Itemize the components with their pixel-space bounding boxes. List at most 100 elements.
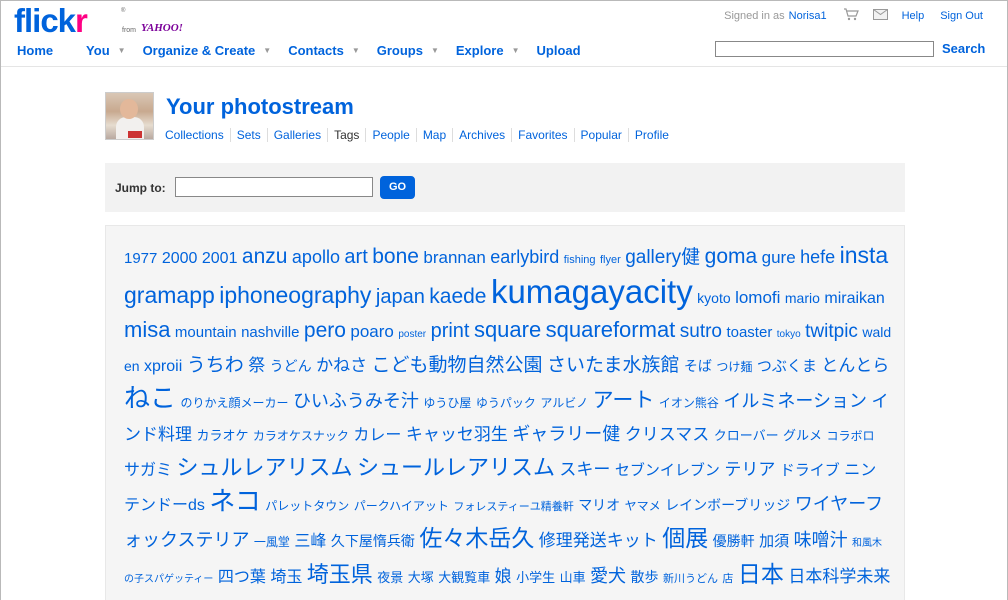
nav-organize-dropdown-icon[interactable]: ▼ bbox=[263, 46, 271, 55]
tag-link[interactable]: 1977 bbox=[124, 250, 157, 267]
nav-contacts[interactable]: Contacts bbox=[288, 43, 344, 58]
tag-link[interactable]: クローバー bbox=[714, 428, 779, 443]
tag-link[interactable]: コラボロ bbox=[827, 429, 875, 443]
tag-link[interactable]: ネコ bbox=[209, 486, 260, 516]
help-link[interactable]: Help bbox=[902, 10, 925, 22]
tag-link[interactable]: 埼玉 bbox=[270, 569, 302, 586]
tag-link[interactable]: print bbox=[431, 320, 470, 342]
tag-link[interactable]: クリスマス bbox=[625, 425, 710, 444]
tag-link[interactable]: miraikan bbox=[824, 290, 884, 307]
tag-link[interactable]: bone bbox=[372, 245, 419, 268]
tag-link[interactable]: 久下屋惰兵衛 bbox=[331, 533, 415, 549]
search-button[interactable]: Search bbox=[942, 41, 985, 56]
nav-organize-create[interactable]: Organize & Create bbox=[143, 43, 256, 58]
username-link[interactable]: Norisa1 bbox=[789, 10, 827, 22]
tag-link[interactable]: 新川うどん bbox=[663, 573, 718, 585]
tag-link[interactable]: 味噌汁 bbox=[794, 530, 848, 550]
tag-link[interactable]: とんとら bbox=[821, 356, 889, 375]
tag-link[interactable]: つぶくま bbox=[757, 358, 817, 375]
tag-link[interactable]: gallery健 bbox=[625, 247, 700, 268]
tag-link[interactable]: ひいふうみそ汁 bbox=[293, 391, 419, 411]
tag-link[interactable]: anzu bbox=[242, 245, 288, 268]
tag-link[interactable]: さいたま水族館 bbox=[547, 355, 679, 376]
subnav-sets[interactable]: Sets bbox=[229, 128, 267, 142]
tag-link[interactable]: カラオケスナック bbox=[253, 429, 349, 443]
subnav-collections[interactable]: Collections bbox=[165, 128, 230, 142]
tag-link[interactable]: goma bbox=[705, 245, 758, 268]
tag-link[interactable]: 加須 bbox=[759, 533, 789, 550]
tag-link[interactable]: japan bbox=[376, 286, 425, 308]
tag-link[interactable]: kyoto bbox=[697, 290, 730, 306]
nav-you-dropdown-icon[interactable]: ▼ bbox=[118, 46, 126, 55]
cart-icon[interactable] bbox=[843, 8, 859, 24]
tag-link[interactable]: ドライブ bbox=[780, 462, 840, 479]
subnav-popular[interactable]: Popular bbox=[573, 128, 628, 142]
tag-link[interactable]: うどん bbox=[270, 358, 312, 374]
jump-to-input[interactable] bbox=[175, 177, 373, 197]
tag-link[interactable]: 2000 bbox=[162, 250, 198, 267]
tag-link[interactable]: toaster bbox=[726, 324, 772, 341]
tag-link[interactable]: セブンイレブン bbox=[615, 462, 720, 479]
nav-explore[interactable]: Explore bbox=[456, 43, 504, 58]
subnav-map[interactable]: Map bbox=[415, 128, 452, 142]
tag-link[interactable]: poster bbox=[398, 329, 426, 340]
tag-link[interactable]: 一風堂 bbox=[254, 535, 290, 549]
tag-link[interactable]: poaro bbox=[350, 322, 393, 341]
tag-link[interactable]: 小学生 bbox=[516, 570, 555, 585]
tag-link[interactable]: つけ麺 bbox=[716, 360, 752, 374]
nav-contacts-dropdown-icon[interactable]: ▼ bbox=[352, 46, 360, 55]
tag-link[interactable]: art bbox=[344, 246, 367, 268]
tag-link[interactable]: のりかえ顔メーカー bbox=[180, 396, 288, 410]
tag-link[interactable]: iphoneography bbox=[219, 282, 371, 308]
tag-link[interactable]: 修理発送キット bbox=[539, 531, 658, 550]
tag-link[interactable]: シュールレアリスム bbox=[357, 455, 555, 480]
search-input[interactable] bbox=[715, 41, 934, 57]
nav-home[interactable]: Home bbox=[17, 43, 53, 58]
tag-link[interactable]: サガミ bbox=[124, 462, 172, 479]
tag-link[interactable]: カレー bbox=[353, 427, 401, 444]
tag-link[interactable]: hefe bbox=[800, 247, 835, 267]
tag-link[interactable]: イルミネーション bbox=[723, 391, 867, 411]
tag-link[interactable]: 娘 bbox=[495, 567, 512, 586]
tag-link[interactable]: マリオ bbox=[578, 497, 620, 513]
tag-link[interactable]: pero bbox=[304, 319, 346, 342]
tag-link[interactable]: スキー bbox=[559, 460, 610, 479]
nav-you[interactable]: You bbox=[86, 43, 110, 58]
tag-link[interactable]: squareformat bbox=[546, 317, 676, 342]
tag-link[interactable]: ねこ bbox=[124, 383, 176, 413]
tag-link[interactable]: sutro bbox=[680, 321, 722, 342]
nav-groups-dropdown-icon[interactable]: ▼ bbox=[431, 46, 439, 55]
tag-link[interactable]: gure bbox=[762, 248, 796, 267]
tag-link[interactable]: earlybird bbox=[490, 247, 559, 267]
tag-link[interactable]: イオン熊谷 bbox=[659, 396, 719, 410]
tag-link[interactable]: アート bbox=[593, 389, 655, 412]
tag-link[interactable]: 祭 bbox=[248, 356, 265, 375]
tag-link[interactable]: flyer bbox=[600, 254, 621, 266]
user-buddy-icon[interactable] bbox=[105, 92, 154, 140]
tag-link[interactable]: 夜景 bbox=[377, 570, 403, 585]
tag-link[interactable]: アルビノ bbox=[540, 396, 588, 410]
tag-link[interactable]: nashville bbox=[241, 324, 299, 341]
tag-link[interactable]: キャッセ羽生 bbox=[406, 425, 508, 444]
tag-link[interactable]: 大観覧車 bbox=[438, 570, 490, 585]
go-button[interactable]: GO bbox=[380, 176, 415, 199]
subnav-tags[interactable]: Tags bbox=[327, 128, 365, 142]
tag-link[interactable]: kaede bbox=[429, 285, 486, 308]
tag-link[interactable]: パレットタウン bbox=[265, 499, 349, 513]
tag-link[interactable]: うちわ bbox=[187, 355, 244, 376]
tag-link[interactable]: 埼玉県 bbox=[307, 562, 373, 587]
tag-link[interactable]: fishing bbox=[564, 254, 596, 266]
tag-link[interactable]: パークハイアット bbox=[354, 499, 449, 513]
tag-link[interactable]: こども動物自然公園 bbox=[372, 355, 543, 376]
flickr-logo[interactable]: flickr ® from YAHOO! bbox=[14, 2, 183, 42]
tag-link[interactable]: 愛犬 bbox=[590, 566, 626, 586]
tag-link[interactable]: 山車 bbox=[560, 570, 586, 585]
tag-link[interactable]: apollo bbox=[292, 247, 340, 267]
tag-link[interactable]: 日本 bbox=[738, 561, 784, 587]
tag-link[interactable]: 大塚 bbox=[408, 570, 434, 585]
tag-link[interactable]: xproii bbox=[144, 358, 182, 375]
tag-link[interactable]: テリア bbox=[724, 460, 775, 479]
tag-link[interactable]: brannan bbox=[423, 248, 485, 267]
tag-link[interactable]: ギャラリー健 bbox=[512, 424, 620, 444]
tag-link[interactable]: グルメ bbox=[783, 428, 822, 443]
